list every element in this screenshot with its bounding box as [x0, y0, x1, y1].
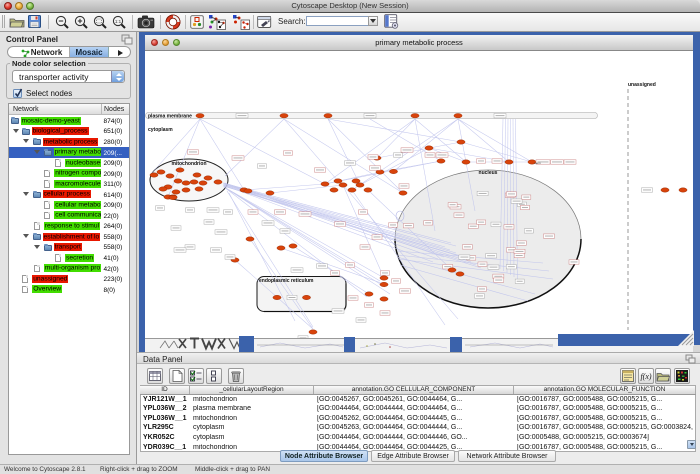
svg-text:endoplasmic reticulum: endoplasmic reticulum: [259, 278, 314, 284]
svg-text:1:1: 1:1: [115, 19, 122, 24]
svg-text:unassigned: unassigned: [628, 82, 656, 88]
svg-text:nucleus: nucleus: [479, 170, 498, 176]
svg-text:f(x): f(x): [640, 372, 651, 381]
svg-text:cytoplasm: cytoplasm: [148, 127, 173, 133]
svg-text:mem: mem: [534, 161, 541, 165]
svg-text:plasma membrane: plasma membrane: [148, 114, 192, 120]
svg-text:mitochondrion: mitochondrion: [172, 161, 207, 167]
